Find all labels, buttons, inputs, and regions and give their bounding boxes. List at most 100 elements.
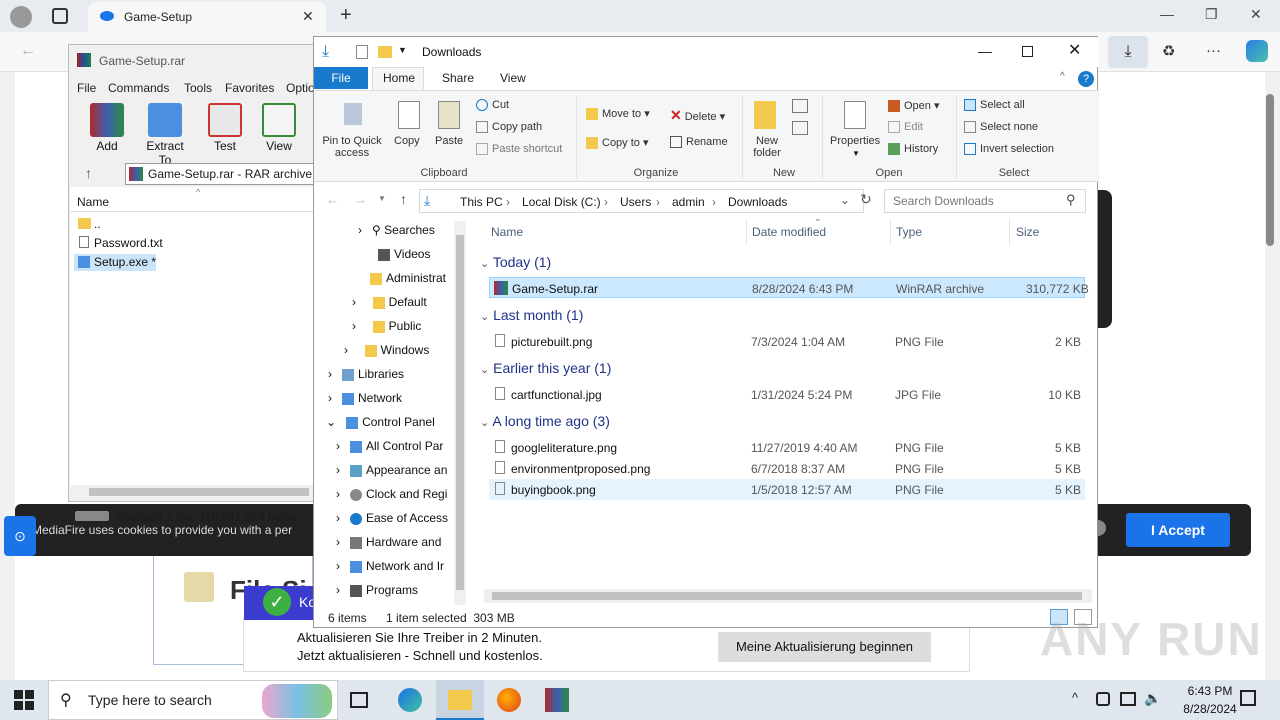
volume-icon[interactable]: 🔈 bbox=[1144, 690, 1161, 707]
breadcrumb-admin[interactable]: admin bbox=[672, 195, 705, 209]
back-arrow-icon[interactable]: ← bbox=[20, 42, 36, 60]
copy-button[interactable]: Copy bbox=[394, 135, 420, 147]
firefox-taskbar-icon[interactable] bbox=[497, 688, 521, 712]
tree-item-network-internet[interactable]: › Network and Ir bbox=[336, 559, 444, 573]
list-item[interactable]: Password.txt bbox=[94, 236, 163, 250]
ribbon-tab-file[interactable]: File bbox=[314, 67, 368, 89]
delete-button[interactable]: ✕ Delete ▾ bbox=[670, 107, 725, 124]
view-button[interactable]: View bbox=[255, 103, 303, 153]
windows-start-icon[interactable] bbox=[14, 690, 34, 710]
paste-shortcut-button[interactable]: Paste shortcut bbox=[476, 143, 562, 156]
rename-button[interactable]: Rename bbox=[670, 136, 728, 149]
tree-item-windows[interactable]: › Windows bbox=[344, 343, 429, 357]
column-header-date[interactable]: Date modified bbox=[752, 225, 826, 239]
explorer-minimize-button[interactable]: — bbox=[978, 43, 992, 59]
task-view-icon[interactable] bbox=[350, 692, 368, 708]
test-button[interactable]: Test bbox=[201, 103, 249, 153]
list-item[interactable]: .. bbox=[94, 217, 101, 231]
cut-button[interactable]: Cut bbox=[476, 99, 509, 112]
workspaces-icon[interactable] bbox=[52, 8, 68, 24]
tree-item-clock[interactable]: › Clock and Regi bbox=[336, 487, 447, 501]
tree-item-searches[interactable]: › ⚲ Searches bbox=[358, 223, 435, 237]
tree-item-libraries[interactable]: › Libraries bbox=[328, 367, 404, 381]
group-header[interactable]: ⌄ Today (1) bbox=[480, 254, 551, 270]
add-button[interactable]: Add bbox=[83, 103, 131, 153]
table-row[interactable]: environmentproposed.png 6/7/2018 8:37 AM… bbox=[489, 458, 1085, 479]
file-list-hscrollbar[interactable] bbox=[484, 589, 1092, 603]
clock-time[interactable]: 6:43 PM bbox=[1170, 684, 1250, 698]
ribbon-tab-view[interactable]: View bbox=[500, 71, 526, 85]
breadcrumb-downloads[interactable]: Downloads bbox=[728, 195, 787, 209]
table-row[interactable]: buyingbook.png 1/5/2018 12:57 AM PNG Fil… bbox=[489, 479, 1085, 500]
new-tab-button[interactable]: + bbox=[340, 4, 352, 27]
copy-path-button[interactable]: Copy path bbox=[476, 121, 542, 134]
copilot-icon[interactable] bbox=[1246, 40, 1268, 62]
ribbon-tab-share[interactable]: Share bbox=[442, 71, 474, 85]
clock-date[interactable]: 8/28/2024 bbox=[1170, 702, 1250, 716]
forward-nav-icon[interactable]: → bbox=[354, 192, 367, 207]
tree-item-ease-of-access[interactable]: › Ease of Access bbox=[336, 511, 448, 525]
tree-item-videos[interactable]: Videos bbox=[378, 247, 430, 261]
select-all-button[interactable]: Select all bbox=[964, 99, 1025, 112]
properties-check-icon[interactable] bbox=[356, 45, 368, 59]
properties-button[interactable]: Properties bbox=[830, 135, 880, 147]
profile-avatar[interactable] bbox=[10, 6, 32, 28]
edit-button[interactable]: Edit bbox=[888, 121, 923, 134]
maximize-button[interactable]: ❐ bbox=[1205, 6, 1218, 23]
menu-commands[interactable]: Commands bbox=[108, 81, 169, 95]
up-arrow-icon[interactable]: ↑ bbox=[85, 165, 92, 181]
tab-close-button[interactable]: ✕ bbox=[302, 8, 314, 25]
tree-item-administrator[interactable]: Administrat bbox=[370, 271, 446, 285]
close-button[interactable]: ✕ bbox=[1250, 6, 1262, 23]
more-menu-button[interactable]: ··· bbox=[1206, 42, 1221, 59]
up-nav-icon[interactable]: ↑ bbox=[400, 191, 407, 207]
ad-update-button[interactable]: Meine Aktualisierung beginnen bbox=[718, 632, 931, 662]
browser-tab[interactable]: Game-Setup ✕ bbox=[88, 2, 326, 32]
notification-icon[interactable] bbox=[1240, 690, 1256, 706]
winrar-taskbar-icon[interactable] bbox=[545, 688, 569, 712]
table-row[interactable]: googleliterature.png 11/27/2019 4:40 AM … bbox=[489, 437, 1085, 458]
history-button[interactable]: History bbox=[888, 143, 938, 156]
breadcrumb-users[interactable]: Users bbox=[620, 195, 651, 209]
address-dropdown-icon[interactable]: ⌄ bbox=[840, 193, 850, 207]
back-nav-icon[interactable]: ← bbox=[326, 192, 339, 207]
open-button[interactable]: Open ▾ bbox=[888, 99, 940, 113]
group-header[interactable]: ⌄ Earlier this year (1) bbox=[480, 360, 611, 376]
menu-file[interactable]: File bbox=[77, 81, 96, 95]
extract-to-button[interactable]: Extract To bbox=[139, 103, 191, 167]
list-item[interactable]: Setup.exe * bbox=[94, 255, 156, 269]
help-icon[interactable]: ? bbox=[1078, 71, 1094, 87]
search-input[interactable]: Search Downloads bbox=[884, 189, 1086, 213]
breadcrumb-this-pc[interactable]: This PC bbox=[460, 195, 503, 209]
column-header-type[interactable]: Type bbox=[896, 225, 922, 239]
collapse-ribbon-icon[interactable]: ^ bbox=[1060, 71, 1065, 82]
new-item-icon[interactable] bbox=[792, 99, 808, 113]
move-to-button[interactable]: Move to ▾ bbox=[586, 107, 650, 121]
horizontal-scrollbar[interactable] bbox=[71, 485, 313, 499]
refresh-icon[interactable]: ↻ bbox=[860, 191, 872, 208]
qat-dropdown-icon[interactable]: ▼ bbox=[398, 45, 407, 55]
quick-access-arrow-icon[interactable]: ⤓ bbox=[322, 43, 329, 61]
group-header[interactable]: ⌄ Last month (1) bbox=[480, 307, 583, 323]
explorer-maximize-button[interactable] bbox=[1022, 46, 1033, 57]
select-none-button[interactable]: Select none bbox=[964, 121, 1038, 134]
tree-item-control-panel[interactable]: ⌄ Control Panel bbox=[326, 415, 435, 429]
paste-button[interactable]: Paste bbox=[435, 135, 463, 147]
new-folder-button[interactable]: New folder bbox=[750, 135, 784, 159]
pin-quick-access-button[interactable]: Pin to Quick access bbox=[318, 135, 386, 159]
table-row[interactable]: picturebuilt.png 7/3/2024 1:04 AM PNG Fi… bbox=[489, 331, 1085, 352]
menu-favorites[interactable]: Favorites bbox=[225, 81, 274, 95]
explorer-close-button[interactable]: ✕ bbox=[1068, 40, 1081, 60]
tree-item-programs[interactable]: › Programs bbox=[336, 583, 418, 597]
tree-item-appearance[interactable]: › Appearance an bbox=[336, 463, 447, 477]
properties-dropdown-icon[interactable]: ▼ bbox=[852, 149, 860, 158]
minimize-button[interactable]: — bbox=[1160, 6, 1174, 22]
menu-options[interactable]: Optio bbox=[286, 81, 315, 95]
table-row[interactable]: Game-Setup.rar 8/28/2024 6:43 PM WinRAR … bbox=[489, 277, 1089, 298]
recent-locations-icon[interactable]: ▼ bbox=[378, 194, 386, 203]
menu-tools[interactable]: Tools bbox=[184, 81, 212, 95]
tree-item-public[interactable]: › Public bbox=[352, 319, 421, 333]
archive-path-field[interactable]: Game-Setup.rar - RAR archive, bbox=[125, 163, 315, 185]
tree-item-default[interactable]: › Default bbox=[352, 295, 427, 309]
tree-item-hardware[interactable]: › Hardware and bbox=[336, 535, 441, 549]
